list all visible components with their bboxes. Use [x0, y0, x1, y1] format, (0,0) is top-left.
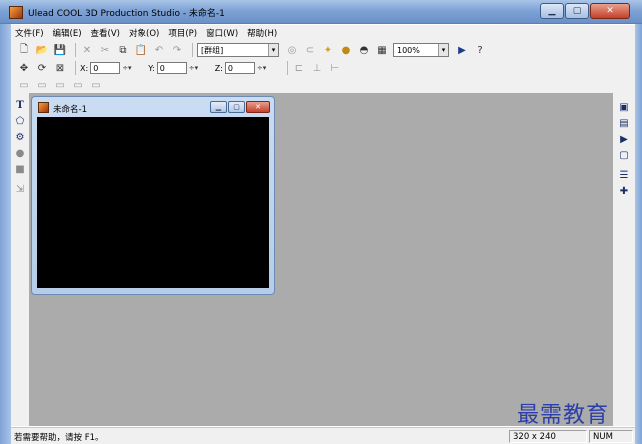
z-input[interactable]: 0 — [224, 62, 255, 74]
shape-tool-icon[interactable]: ⬠ — [14, 115, 26, 127]
tool-icon[interactable]: ▭ — [71, 78, 85, 92]
document-title: 未命名-1 — [53, 105, 87, 115]
minimize-button[interactable]: ▁ — [540, 3, 564, 19]
y-spinner[interactable]: ÷▾ — [189, 62, 209, 74]
pin-icon[interactable]: ✚ — [618, 185, 630, 197]
menu-project[interactable]: 项目(P) — [168, 27, 197, 39]
tool-icon[interactable]: ▭ — [89, 78, 103, 92]
menu-window[interactable]: 窗口(W) — [206, 27, 238, 39]
image-icon[interactable]: ▤ — [618, 117, 630, 129]
chevron-down-icon: ▾ — [268, 44, 278, 56]
menu-object[interactable]: 对象(O) — [129, 27, 159, 39]
app-logo-icon — [9, 6, 23, 19]
menu-edit[interactable]: 编辑(E) — [53, 27, 82, 39]
window-title: Ulead COOL 3D Production Studio - 未命名-1 — [28, 9, 225, 19]
y-label: Y: — [148, 63, 155, 73]
menu-help[interactable]: 帮助(H) — [247, 27, 277, 39]
window-frame-right — [635, 24, 642, 444]
doc-minimize-button[interactable]: ▁ — [210, 101, 227, 113]
object-group-value: [群组] — [201, 45, 224, 55]
context-help-icon[interactable]: ? — [473, 43, 487, 57]
z-spinner[interactable]: ÷▾ — [257, 62, 277, 74]
play-panel-icon[interactable]: ▶ — [618, 133, 630, 145]
toolbar-separator — [75, 43, 76, 57]
copy-icon[interactable]: ⧉ — [116, 43, 130, 57]
rotate-icon[interactable]: ⟳ — [35, 61, 49, 75]
toolbar-separator — [75, 61, 76, 75]
redo-icon[interactable]: ↷ — [170, 43, 184, 57]
doc-close-button[interactable]: ✕ — [246, 101, 270, 113]
tool-icon[interactable]: ▭ — [35, 78, 49, 92]
move-icon[interactable]: ✥ — [17, 61, 31, 75]
close-button[interactable]: ✕ — [590, 3, 630, 19]
title-bar[interactable]: Ulead COOL 3D Production Studio - 未命名-1 … — [0, 0, 642, 24]
delete-icon[interactable]: ✕ — [80, 43, 94, 57]
toolbar-separator — [286, 61, 288, 75]
cut-icon[interactable]: ✂ — [98, 43, 112, 57]
align-icon[interactable]: ⊏ — [292, 61, 306, 75]
align-left-icon[interactable]: ⊢ — [328, 61, 342, 75]
link-icon[interactable]: ⊂ — [303, 43, 317, 57]
edit-toolbar: ▭ ▭ ▭ ▭ ▭ — [11, 77, 635, 93]
list-icon[interactable]: ☰ — [618, 169, 630, 181]
geometry-tool-icon[interactable]: ⚙ — [14, 131, 26, 143]
z-label: Z: — [214, 63, 223, 73]
zoom-value: 100% — [397, 45, 420, 55]
status-num-lock: NUM — [589, 430, 633, 443]
menu-view[interactable]: 查看(V) — [91, 27, 120, 39]
x-spinner[interactable]: ÷▾ — [122, 62, 142, 74]
play-icon[interactable]: ▶ — [455, 43, 469, 57]
monitor-icon[interactable]: ▢ — [618, 149, 630, 161]
object-group-combo[interactable]: [群组] ▾ — [197, 43, 279, 57]
document-controls: ▁ ▢ ✕ — [209, 101, 270, 113]
import-icon[interactable]: ⇲ — [14, 183, 26, 195]
easy-palette-toolbar: ▣ ▤ ▶ ▢ ☰ ✚ — [613, 93, 635, 426]
resize-icon[interactable]: ⊠ — [53, 61, 67, 75]
window-controls: ▁ ▢ ✕ — [539, 3, 630, 19]
paste-icon[interactable]: 📋 — [134, 43, 148, 57]
save-icon[interactable]: 💾 — [53, 43, 67, 57]
text-tool-icon[interactable]: T — [14, 99, 26, 111]
watermark-text: 最需教育 — [517, 403, 610, 428]
y-input[interactable]: 0 — [156, 62, 187, 74]
status-dimensions: 320 x 240 — [509, 430, 587, 443]
document-icon — [38, 102, 49, 113]
sphere-icon[interactable]: ● — [14, 147, 26, 159]
chevron-down-icon: ▾ — [438, 44, 448, 56]
status-help-text: 若需要帮助，请按 F1。 — [14, 433, 104, 443]
doc-maximize-button[interactable]: ▢ — [228, 101, 245, 113]
toolbar-separator — [192, 43, 193, 57]
window-frame-left — [0, 24, 11, 444]
menu-file[interactable]: 文件(F) — [15, 27, 44, 39]
menu-bar: 文件(F) 编辑(E) 查看(V) 对象(O) 项目(P) 窗口(W) 帮助(H… — [11, 25, 635, 41]
status-bar: 若需要帮助，请按 F1。 320 x 240 NUM — [11, 427, 635, 444]
tool-icon[interactable]: ▭ — [53, 78, 67, 92]
x-input[interactable]: 0 — [90, 62, 121, 74]
medal-icon[interactable]: ● — [339, 43, 353, 57]
maximize-button[interactable]: ▢ — [565, 3, 589, 19]
globe-icon[interactable]: ◎ — [285, 43, 299, 57]
tool-icon[interactable]: ▭ — [17, 78, 31, 92]
x-label: X: — [80, 63, 89, 73]
align-center-icon[interactable]: ⊥ — [310, 61, 324, 75]
light-icon[interactable]: ✦ — [321, 43, 335, 57]
document-window[interactable]: 未命名-1 ▁ ▢ ✕ — [31, 96, 275, 295]
new-file-icon[interactable]: 🗋 — [17, 43, 31, 57]
panel-icon[interactable]: ▣ — [618, 101, 630, 113]
position-toolbar: ✥ ⟳ ⊠ X: 0 ÷▾ Y: 0 ÷▾ Z: 0 ÷▾ ⊏ ⊥ ⊢ — [11, 59, 635, 77]
box-icon[interactable]: ■ — [14, 163, 26, 175]
open-folder-icon[interactable]: 📂 — [35, 43, 49, 57]
camera-icon[interactable]: ◓ — [357, 43, 371, 57]
frame-icon[interactable]: ▦ — [375, 43, 389, 57]
object-toolbar: T ⬠ ⚙ ● ■ ⇲ — [11, 93, 29, 426]
zoom-combo[interactable]: 100% ▾ — [393, 43, 449, 57]
undo-icon[interactable]: ↶ — [152, 43, 166, 57]
standard-toolbar: 🗋 📂 💾 ✕ ✂ ⧉ 📋 ↶ ↷ [群组] ▾ ◎ ⊂ ✦ ● ◓ ▦ 100… — [11, 41, 635, 59]
render-canvas[interactable] — [37, 117, 269, 288]
